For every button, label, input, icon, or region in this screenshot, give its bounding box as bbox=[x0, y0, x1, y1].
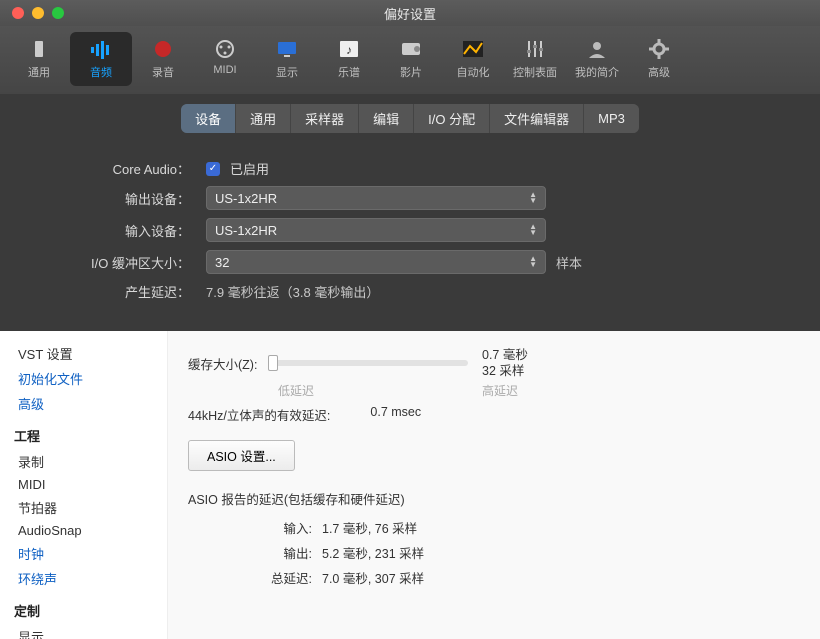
tab-fileeditor[interactable]: 文件编辑器 bbox=[490, 104, 584, 133]
resulting-latency-value: 7.9 毫秒往返（3.8 毫秒输出） bbox=[206, 282, 379, 301]
cache-size-label: 缓存大小(Z): bbox=[188, 354, 268, 373]
cache-size-slider[interactable] bbox=[268, 360, 468, 366]
titlebar: 偏好设置 bbox=[0, 0, 820, 26]
buffer-size-label: I/O 缓冲区大小： bbox=[0, 253, 196, 272]
display-icon bbox=[274, 38, 300, 60]
toolbar-item-midi[interactable]: MIDI bbox=[194, 32, 256, 86]
toolbar-item-audio[interactable]: 音频 bbox=[70, 32, 132, 86]
sidebar-item[interactable]: VST 设置 bbox=[0, 341, 167, 366]
sidebar-heading: 工程 bbox=[0, 416, 167, 449]
cache-ms-value: 0.7 毫秒 bbox=[482, 347, 528, 363]
automation-icon bbox=[460, 38, 486, 60]
buffer-size-select[interactable]: 32 ▲▼ bbox=[206, 250, 546, 274]
movie-icon bbox=[398, 38, 424, 60]
chevron-updown-icon: ▲▼ bbox=[529, 192, 537, 204]
midi-icon bbox=[212, 38, 238, 60]
sidebar-item[interactable]: 环绕声 bbox=[0, 566, 167, 591]
chevron-updown-icon: ▲▼ bbox=[529, 224, 537, 236]
score-icon: ♪ bbox=[336, 38, 362, 60]
toolbar-item-label: 我的简介 bbox=[575, 64, 619, 80]
toolbar-item-label: 通用 bbox=[28, 64, 50, 80]
asio-settings-button[interactable]: ASIO 设置... bbox=[188, 440, 295, 471]
toolbar-item-label: 音频 bbox=[90, 64, 112, 80]
high-latency-hint: 高延迟 bbox=[482, 382, 518, 399]
report-output-label: 输出: bbox=[256, 543, 312, 562]
record-icon bbox=[150, 38, 176, 60]
report-input-label: 输入: bbox=[256, 518, 312, 537]
toolbar-item-label: 高级 bbox=[648, 64, 670, 80]
effective-latency-label: 44kHz/立体声的有效延迟: bbox=[188, 405, 330, 424]
toolbar-item-movie[interactable]: 影片 bbox=[380, 32, 442, 86]
preferences-toolbar: 通用 音频 录音 MIDI 显示 ♪ 乐谱 影片 自动化 控制表面 我的简介 高级 bbox=[0, 26, 820, 94]
toolbar-item-advanced[interactable]: 高级 bbox=[628, 32, 690, 86]
sidebar-item[interactable]: 显示 bbox=[0, 624, 167, 639]
effective-latency-value: 0.7 msec bbox=[370, 405, 421, 424]
toolbar-item-score[interactable]: ♪ 乐谱 bbox=[318, 32, 380, 86]
report-total-label: 总延迟: bbox=[256, 568, 312, 587]
toolbar-item-label: 显示 bbox=[276, 64, 298, 80]
advanced-icon bbox=[646, 38, 672, 60]
toolbar-item-record[interactable]: 录音 bbox=[132, 32, 194, 86]
toolbar-item-myinfo[interactable]: 我的简介 bbox=[566, 32, 628, 86]
output-device-label: 输出设备： bbox=[0, 189, 196, 208]
right-content: 缓存大小(Z): 0.7 毫秒 32 采样 低延迟 高延迟 44kHz/立体声的… bbox=[168, 331, 820, 639]
slider-thumb[interactable] bbox=[268, 355, 278, 371]
toolbar-item-label: 自动化 bbox=[457, 64, 490, 80]
toolbar-item-label: 录音 bbox=[152, 64, 174, 80]
low-latency-hint: 低延迟 bbox=[278, 382, 314, 399]
sidebar-item[interactable]: MIDI bbox=[0, 474, 167, 495]
toolbar-item-general[interactable]: 通用 bbox=[8, 32, 70, 86]
general-icon bbox=[26, 38, 52, 60]
input-device-select[interactable]: US-1x2HR ▲▼ bbox=[206, 218, 546, 242]
output-device-select[interactable]: US-1x2HR ▲▼ bbox=[206, 186, 546, 210]
tab-sampler[interactable]: 采样器 bbox=[291, 104, 359, 133]
coreaudio-label: Core Audio： bbox=[0, 159, 196, 178]
report-input-value: 1.7 毫秒, 76 采样 bbox=[322, 518, 417, 537]
left-sidebar: VST 设置初始化文件高级工程录制MIDI节拍器AudioSnap时钟环绕声定制… bbox=[0, 331, 168, 639]
resulting-latency-label: 产生延迟： bbox=[0, 282, 196, 301]
device-form: Core Audio： ✓ 已启用 输出设备： US-1x2HR ▲▼ 输入设备… bbox=[0, 147, 820, 331]
toolbar-item-display[interactable]: 显示 bbox=[256, 32, 318, 86]
sidebar-item[interactable]: 高级 bbox=[0, 391, 167, 416]
toolbar-item-label: 影片 bbox=[400, 64, 422, 80]
toolbar-item-label: 乐谱 bbox=[338, 64, 360, 80]
myinfo-icon bbox=[584, 38, 610, 60]
sidebar-heading: 定制 bbox=[0, 591, 167, 624]
chevron-updown-icon: ▲▼ bbox=[529, 256, 537, 268]
toolbar-item-automation[interactable]: 自动化 bbox=[442, 32, 504, 86]
toolbar-item-label: MIDI bbox=[213, 64, 236, 76]
tab-general[interactable]: 通用 bbox=[236, 104, 291, 133]
sidebar-item[interactable]: 初始化文件 bbox=[0, 366, 167, 391]
tab-devices[interactable]: 设备 bbox=[181, 104, 236, 133]
report-output-value: 5.2 毫秒, 231 采样 bbox=[322, 543, 424, 562]
toolbar-item-label: 控制表面 bbox=[513, 64, 557, 80]
coreaudio-checkbox[interactable]: ✓ bbox=[206, 162, 220, 176]
sidebar-item[interactable]: AudioSnap bbox=[0, 520, 167, 541]
input-device-label: 输入设备： bbox=[0, 221, 196, 240]
asio-report-title: ASIO 报告的延迟(包括缓存和硬件延迟) bbox=[188, 489, 800, 508]
window-title: 偏好设置 bbox=[0, 4, 820, 23]
sidebar-item[interactable]: 节拍器 bbox=[0, 495, 167, 520]
buffer-size-suffix: 样本 bbox=[556, 253, 582, 272]
report-total-value: 7.0 毫秒, 307 采样 bbox=[322, 568, 424, 587]
tab-edit[interactable]: 编辑 bbox=[359, 104, 414, 133]
tab-strip: 设备通用采样器编辑I/O 分配文件编辑器MP3 bbox=[0, 94, 820, 147]
coreaudio-checkbox-label: 已启用 bbox=[230, 159, 269, 178]
tab-mp3[interactable]: MP3 bbox=[584, 104, 639, 133]
toolbar-item-controlsurface[interactable]: 控制表面 bbox=[504, 32, 566, 86]
sidebar-item[interactable]: 时钟 bbox=[0, 541, 167, 566]
tab-io[interactable]: I/O 分配 bbox=[414, 104, 490, 133]
controlsurface-icon bbox=[522, 38, 548, 60]
svg-text:♪: ♪ bbox=[346, 43, 352, 57]
sidebar-item[interactable]: 录制 bbox=[0, 449, 167, 474]
cache-samples-value: 32 采样 bbox=[482, 363, 528, 379]
audio-icon bbox=[88, 38, 114, 60]
